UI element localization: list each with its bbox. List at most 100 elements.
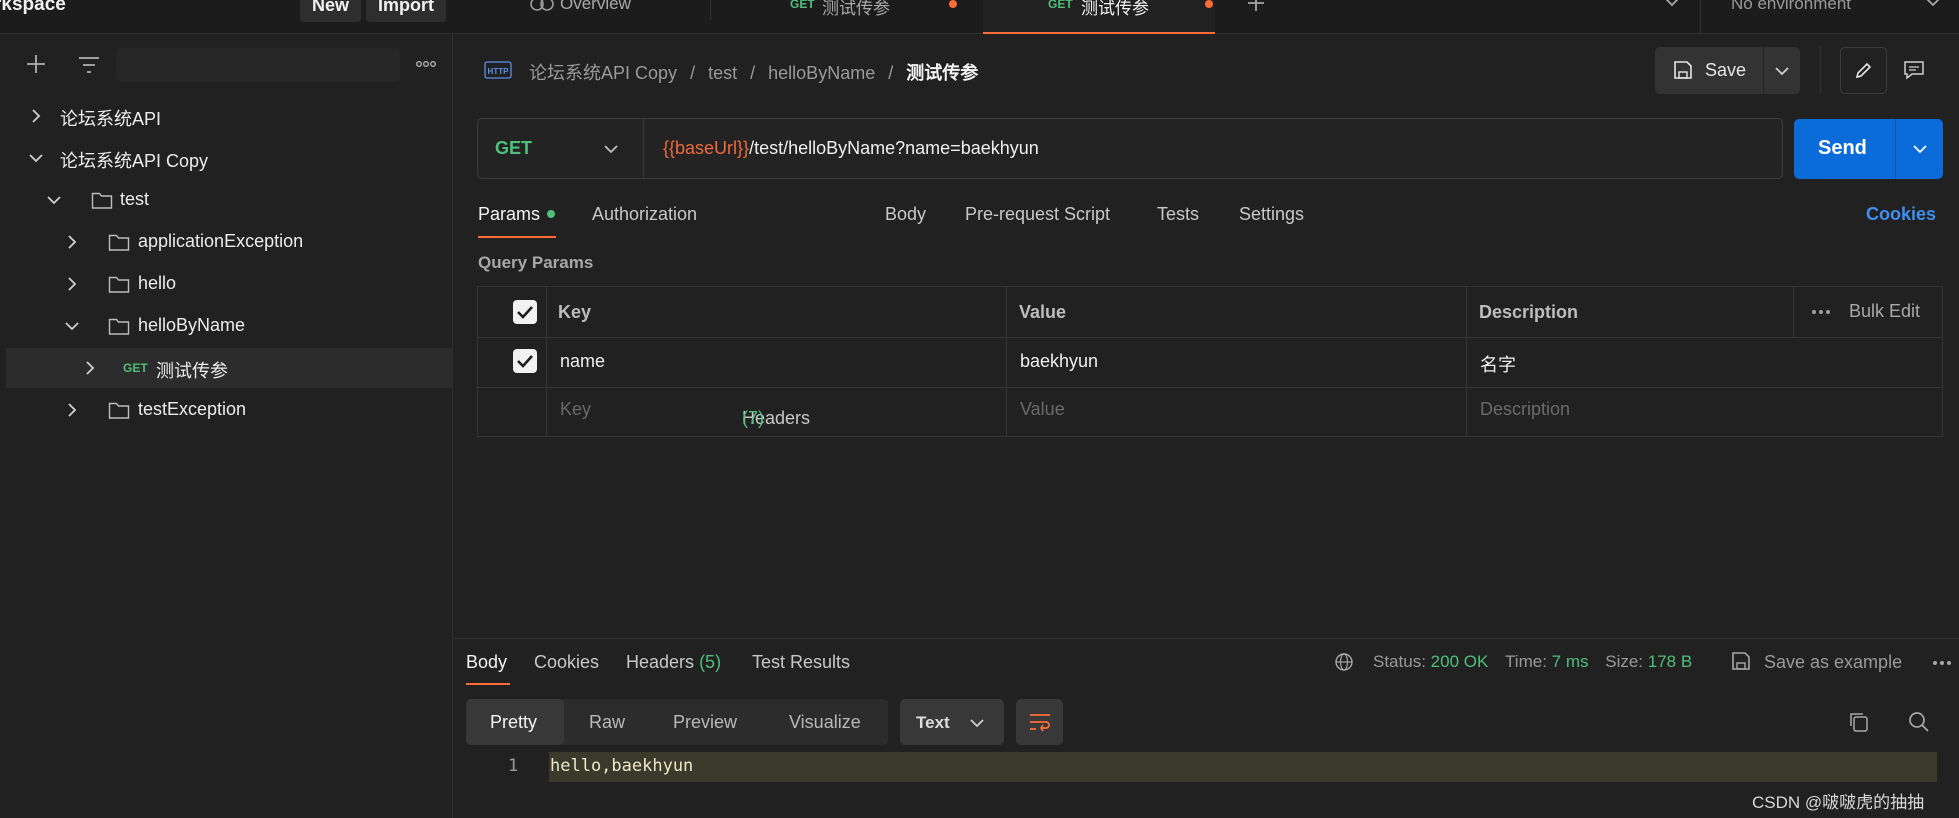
chevron-down-icon[interactable] <box>1664 0 1680 8</box>
save-as-example-button[interactable]: Save as example <box>1764 652 1902 673</box>
chevron-right-icon[interactable] <box>64 402 80 418</box>
view-tab-pretty[interactable]: Pretty <box>490 712 537 733</box>
new-param-value-input[interactable]: Value <box>1020 399 1065 420</box>
new-param-key-input[interactable]: Key <box>560 399 591 420</box>
breadcrumb-separator: / <box>888 63 894 83</box>
response-tab-cookies[interactable]: Cookies <box>534 652 599 673</box>
tab-request-1-label: 测试传参 <box>822 0 890 18</box>
send-options-chevron-icon[interactable] <box>1912 143 1928 155</box>
send-button-group: Send <box>1794 119 1943 179</box>
edit-button[interactable] <box>1840 47 1887 94</box>
tab-prerequest-script[interactable]: Pre-request Script <box>965 204 1110 225</box>
breadcrumb-item[interactable]: helloByName <box>768 63 875 83</box>
chevron-right-icon[interactable] <box>64 234 80 250</box>
tab-body[interactable]: Body <box>885 204 926 225</box>
environment-select[interactable]: No environment <box>1731 0 1851 14</box>
sidebar-item-folder-hello[interactable]: hello <box>0 264 453 304</box>
response-headers-count: (5) <box>699 652 722 672</box>
more-options-icon[interactable] <box>415 60 437 68</box>
page-title[interactable]: 测试传参 <box>906 63 978 83</box>
chevron-down-icon[interactable] <box>46 192 62 208</box>
param-description-input[interactable]: 名字 <box>1480 351 1516 377</box>
column-header-description: Description <box>1479 302 1579 322</box>
tab-params[interactable]: Params <box>478 204 540 225</box>
row-divider <box>478 337 1942 338</box>
param-value-input[interactable]: baekhyun <box>1020 351 1098 372</box>
method-select[interactable]: GET <box>495 138 532 159</box>
params-active-dot <box>547 210 555 218</box>
search-input[interactable] <box>116 48 400 82</box>
add-icon[interactable] <box>26 54 46 74</box>
view-tab-raw[interactable]: Raw <box>589 712 625 733</box>
response-tab-headers-label: Headers <box>626 652 695 672</box>
copy-icon[interactable] <box>1848 711 1870 733</box>
save-button[interactable]: Save <box>1705 60 1746 81</box>
new-button[interactable]: New <box>300 0 362 22</box>
chevron-down-icon[interactable] <box>28 150 44 166</box>
size-value[interactable]: 178 B <box>1648 652 1692 671</box>
view-tab-preview[interactable]: Preview <box>673 712 737 733</box>
sidebar-item-collection-1[interactable]: 论坛系统API <box>0 96 453 136</box>
select-all-checkbox[interactable] <box>513 300 537 324</box>
sidebar-item-folder-hellobyname[interactable]: helloByName <box>0 306 453 346</box>
breadcrumb-item[interactable]: test <box>708 63 737 83</box>
save-icon <box>1673 60 1693 80</box>
chevron-down-icon[interactable] <box>64 318 80 334</box>
tab-request-1[interactable]: GET 测试传参 <box>712 0 982 34</box>
more-options-icon[interactable] <box>1932 660 1952 666</box>
search-icon[interactable] <box>1908 711 1930 733</box>
sidebar-item-request-selected[interactable]: GET 测试传参 <box>6 348 453 388</box>
method-chevron-icon[interactable] <box>603 143 619 155</box>
new-param-description-input[interactable]: Description <box>1480 399 1570 420</box>
response-tab-test-results[interactable]: Test Results <box>752 652 850 673</box>
overview-icon <box>530 0 554 12</box>
sidebar-item-folder-applicationexception[interactable]: applicationException <box>0 222 453 262</box>
comments-button[interactable] <box>1890 47 1937 94</box>
filter-icon[interactable] <box>78 56 100 74</box>
tab-settings[interactable]: Settings <box>1239 204 1304 225</box>
tab-overview[interactable]: Overview <box>528 0 710 34</box>
sidebar-item-folder-test[interactable]: test <box>0 180 453 220</box>
breadcrumb-item[interactable]: 论坛系统API Copy <box>529 63 677 83</box>
status-value[interactable]: 200 OK <box>1431 652 1489 671</box>
chevron-right-icon[interactable] <box>82 360 98 376</box>
tab-request-2-label: 测试传参 <box>1081 0 1149 18</box>
size-label: Size: <box>1605 652 1644 671</box>
chevron-right-icon[interactable] <box>64 276 80 292</box>
param-enabled-checkbox[interactable] <box>513 349 537 373</box>
sidebar-item-label: hello <box>138 273 177 293</box>
time-value[interactable]: 7 ms <box>1552 652 1589 671</box>
wrap-lines-button[interactable] <box>1016 699 1063 745</box>
response-tab-headers[interactable]: Headers (5) <box>626 652 721 673</box>
divider <box>1895 119 1896 179</box>
chevron-right-icon[interactable] <box>28 108 44 124</box>
view-tab-visualize[interactable]: Visualize <box>789 712 861 733</box>
sidebar-item-collection-2[interactable]: 论坛系统API Copy <box>0 138 453 178</box>
response-meta: Status: 200 OK Time: 7 ms Size: 178 B <box>1373 652 1692 672</box>
param-key-input[interactable]: name <box>560 351 605 372</box>
cookies-link[interactable]: Cookies <box>1866 204 1936 225</box>
method-badge: GET <box>123 361 148 375</box>
import-button[interactable]: Import <box>366 0 446 22</box>
tab-authorization[interactable]: Authorization <box>592 204 697 225</box>
response-tab-body[interactable]: Body <box>466 652 507 673</box>
sidebar-item-folder-testexception[interactable]: testException <box>0 390 453 430</box>
environment-chevron-icon[interactable] <box>1925 0 1941 8</box>
plus-icon[interactable] <box>1247 0 1265 12</box>
send-button[interactable]: Send <box>1818 137 1867 160</box>
url-input[interactable]: {{baseUrl}}/test/helloByName?name=baekhy… <box>663 138 1039 159</box>
pencil-icon <box>1854 60 1874 80</box>
sidebar-item-label: 测试传参 <box>156 361 228 381</box>
url-bar: GET {{baseUrl}}/test/helloByName?name=ba… <box>477 118 1783 179</box>
more-options-icon[interactable] <box>1811 309 1831 315</box>
tab-request-2-active[interactable]: GET 测试传参 <box>983 0 1215 34</box>
response-body-content[interactable]: hello,baekhyun <box>550 756 693 776</box>
line-highlight <box>549 752 1937 782</box>
breadcrumb-separator: / <box>690 63 696 83</box>
format-select[interactable]: Text <box>900 699 1004 745</box>
tab-tests[interactable]: Tests <box>1157 204 1199 225</box>
globe-icon[interactable] <box>1334 652 1354 672</box>
sidebar-item-label: test <box>120 189 150 209</box>
bulk-edit-button[interactable]: Bulk Edit <box>1849 301 1920 322</box>
save-options-chevron-icon[interactable] <box>1774 65 1790 77</box>
